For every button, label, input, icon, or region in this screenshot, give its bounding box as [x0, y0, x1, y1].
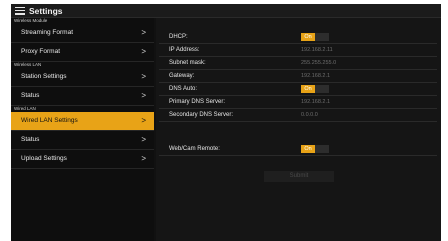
webcam-remote-label: Web/Cam Remote: [169, 146, 220, 152]
toggle-off-segment [315, 33, 329, 41]
primary-dns-label: Primary DNS Server: [169, 99, 226, 105]
ip-address-row: IP Address: 192.168.2.11 [159, 44, 437, 57]
sidebar-item-proxy-format[interactable]: Proxy Format > [11, 43, 154, 62]
toggle-on-label: On [301, 145, 315, 153]
secondary-dns-label: Secondary DNS Server: [169, 112, 234, 118]
dhcp-label: DHCP: [169, 34, 188, 40]
sidebar-item-label: Streaming Format [21, 29, 74, 36]
toggle-on-label: On [301, 85, 315, 93]
gateway-value: 192.168.2.1 [301, 73, 331, 79]
secondary-dns-row: Secondary DNS Server: 0.0.0.0 [159, 109, 437, 122]
toggle-off-segment [315, 85, 329, 93]
toggle-on-label: On [301, 33, 315, 41]
gateway-label: Gateway: [169, 73, 195, 79]
page-title: Settings [29, 5, 63, 16]
webcam-remote-toggle[interactable]: On [301, 145, 329, 153]
submit-button[interactable]: Submit [264, 171, 334, 182]
chevron-right-icon: > [141, 28, 146, 37]
chevron-right-icon: > [141, 72, 146, 81]
ip-address-value: 192.168.2.11 [301, 47, 333, 53]
gateway-row: Gateway: 192.168.2.1 [159, 70, 437, 83]
sidebar-item-label: Wired LAN Settings [21, 117, 78, 124]
settings-form: DHCP: On IP Address: 192.168.2.11 Subnet… [156, 18, 441, 241]
chevron-right-icon: > [141, 116, 146, 125]
chevron-right-icon: > [141, 47, 146, 56]
settings-screen: Settings Wireless Module Streaming Forma… [11, 4, 441, 241]
sidebar-item-upload-settings[interactable]: Upload Settings > [11, 150, 154, 169]
toggle-off-segment [315, 145, 329, 153]
chevron-right-icon: > [141, 91, 146, 100]
dhcp-row: DHCP: On [159, 31, 437, 44]
dhcp-toggle[interactable]: On [301, 33, 329, 41]
subnet-mask-value: 255.255.255.0 [301, 60, 337, 66]
sidebar-item-wireless-status[interactable]: Status > [11, 87, 154, 106]
sidebar-item-wired-status[interactable]: Status > [11, 131, 154, 150]
sidebar-item-label: Proxy Format [21, 48, 61, 55]
sidebar-item-label: Status [21, 136, 40, 143]
webcam-remote-row: Web/Cam Remote: On [159, 143, 437, 156]
subnet-mask-label: Subnet mask: [169, 60, 206, 66]
ip-address-label: IP Address: [169, 47, 200, 53]
sidebar-item-label: Upload Settings [21, 155, 67, 162]
chevron-right-icon: > [141, 154, 146, 163]
sidebar-item-streaming-format[interactable]: Streaming Format > [11, 24, 154, 43]
hamburger-menu-icon[interactable] [15, 6, 25, 15]
chevron-right-icon: > [141, 135, 146, 144]
sidebar-item-label: Station Settings [21, 73, 67, 80]
subnet-mask-row: Subnet mask: 255.255.255.0 [159, 57, 437, 70]
sidebar-item-wired-lan-settings[interactable]: Wired LAN Settings > [11, 112, 154, 131]
sidebar: Wireless Module Streaming Format > Proxy… [11, 18, 154, 241]
primary-dns-row: Primary DNS Server: 192.168.2.1 [159, 96, 437, 109]
secondary-dns-value: 0.0.0.0 [301, 112, 318, 118]
primary-dns-value: 192.168.2.1 [301, 99, 331, 105]
dns-auto-label: DNS Auto: [169, 86, 198, 92]
dns-auto-toggle[interactable]: On [301, 85, 329, 93]
title-bar: Settings [11, 4, 441, 18]
dns-auto-row: DNS Auto: On [159, 83, 437, 96]
sidebar-item-label: Status [21, 92, 40, 99]
sidebar-item-station-settings[interactable]: Station Settings > [11, 68, 154, 87]
